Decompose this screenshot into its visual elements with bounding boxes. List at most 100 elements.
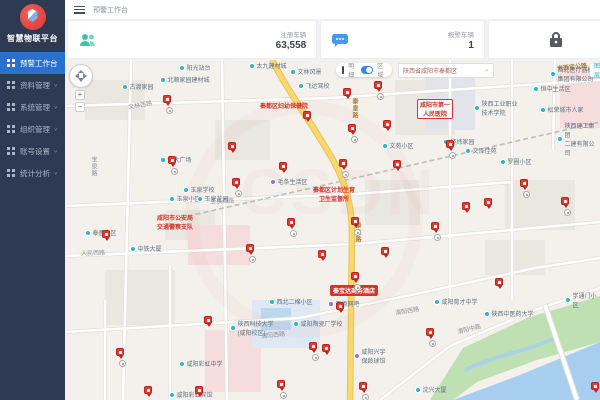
vehicle-marker-9[interactable] [279,162,288,171]
location-pin-icon[interactable] [342,171,349,178]
vehicle-marker-6[interactable] [446,140,455,149]
vehicle-marker-11[interactable] [393,160,402,169]
vehicle-marker-22[interactable] [431,222,440,231]
vehicle-icon [232,178,240,186]
vehicle-marker-16[interactable] [520,179,529,188]
location-pin-icon[interactable] [354,284,361,291]
vehicle-marker-35[interactable] [336,302,345,311]
location-pin-icon[interactable] [564,209,571,216]
poi-icon [565,297,571,303]
vehicle-icon [462,202,470,210]
vehicle-marker-28[interactable] [359,382,368,391]
sidebar-item-3[interactable]: 组织管理∨ [0,118,65,140]
vehicle-marker-21[interactable] [381,247,390,256]
vehicle-marker-5[interactable] [383,120,392,129]
vehicle-icon [116,348,124,356]
pan-compass[interactable] [69,64,93,88]
vehicle-marker-10[interactable] [339,159,348,168]
vehicle-icon [351,272,359,280]
vehicle-icon [351,217,359,225]
vehicle-icon [383,120,391,128]
menu-collapse-icon[interactable] [74,6,85,14]
location-pin-icon[interactable] [280,392,287,399]
vehicle-marker-4[interactable] [348,124,357,133]
vehicle-marker-14[interactable] [351,217,360,226]
location-pin-icon[interactable] [354,229,361,236]
vehicle-marker-23[interactable] [204,316,213,325]
vehicle-icon [393,160,401,168]
vehicle-marker-33[interactable] [144,386,153,395]
location-pin-icon[interactable] [351,136,358,143]
location-pin-icon[interactable] [119,360,126,367]
location-pin-icon[interactable] [249,256,256,263]
location-pin-icon[interactable] [171,168,178,175]
poi-label: 陕西科技大学 (咸阳校区) [230,319,274,337]
vehicle-marker-20[interactable] [287,218,296,227]
location-pin-icon[interactable] [362,394,369,400]
sidebar-item-5[interactable]: 统计分析∨ [0,162,65,184]
location-pin-icon[interactable] [235,190,242,197]
location-pin-icon[interactable] [377,93,384,100]
vehicle-marker-36[interactable] [561,197,570,206]
vehicle-icon [195,386,203,394]
location-pin-icon[interactable] [290,230,297,237]
vehicle-marker-7[interactable] [228,142,237,151]
location-pin-icon[interactable] [434,234,441,241]
sidebar-item-label: 预警工作台 [20,58,58,69]
vehicle-marker-27[interactable] [195,386,204,395]
vehicle-marker-3[interactable] [303,111,312,120]
poi-label: 文苑小区 [382,141,414,150]
sidebar-item-2[interactable]: 系统管理∨ [0,96,65,118]
vehicle-marker-32[interactable] [116,348,125,357]
vehicle-marker-25[interactable] [322,344,331,353]
location-pin-icon[interactable] [166,107,173,114]
location-pin-icon[interactable] [449,152,456,159]
vehicle-marker-13[interactable] [102,230,111,239]
vehicle-icon [591,382,599,390]
region-select-value: 陕西省咸阳市秦都区 [403,66,457,75]
chat-icon [331,32,349,48]
chevron-down-icon: ∨ [54,83,58,88]
vehicle-marker-29[interactable] [495,278,504,287]
vehicle-icon [561,197,569,205]
poi-icon [298,83,304,89]
vehicle-icon [520,179,528,187]
vehicle-icon [287,218,295,226]
region-select[interactable]: 陕西省咸阳市秦都区 ∨ [398,63,494,78]
vehicle-icon [495,278,503,286]
vehicle-marker-26[interactable] [277,380,286,389]
sidebar-item-4[interactable]: 账号设置∨ [0,140,65,162]
vehicle-marker-18[interactable] [246,244,255,253]
location-pin-icon[interactable] [523,191,530,198]
vehicle-marker-1[interactable] [343,88,352,97]
vehicle-marker-30[interactable] [426,328,435,337]
poi-label: 文林风景 [290,67,322,76]
vehicle-icon [381,247,389,255]
sidebar-item-1[interactable]: 资料管理∨ [0,74,65,96]
zoom-out-button[interactable]: − [75,102,85,112]
sidebar-item-0[interactable]: 预警工作台 [0,52,65,74]
poi-label: 玉泉花园 [197,194,229,203]
vehicle-marker-15[interactable] [462,202,471,211]
location-pin-icon[interactable] [312,354,319,361]
map-canvas[interactable]: CSDN 文林西路老西宝公路秦皇路秦皇路宝泉路玉泉西路人民西路渭阳西路渭阳西路渭… [65,60,600,400]
vehicle-icon [446,140,454,148]
zoom-in-button[interactable]: + [75,90,85,100]
stat-card-locked [489,21,600,58]
mode-toggle[interactable] [361,66,373,74]
layer-button[interactable]: 图层 [590,64,600,77]
vehicle-marker-2[interactable] [374,81,383,90]
poi-label: 松荣城市人家 [540,105,584,114]
vehicle-marker-19[interactable] [318,250,327,259]
location-pin-icon[interactable] [429,340,436,347]
vehicle-marker-31[interactable] [591,382,600,391]
vehicle-marker-12[interactable] [232,178,241,187]
vehicle-icon [163,95,171,103]
vehicle-marker-24[interactable] [309,342,318,351]
vehicle-marker-8[interactable] [168,156,177,165]
vehicle-marker-17[interactable] [484,198,493,207]
poi-icon [130,246,136,252]
poi-icon [474,105,480,111]
vehicle-marker-0[interactable] [163,95,172,104]
vehicle-marker-34[interactable] [351,272,360,281]
